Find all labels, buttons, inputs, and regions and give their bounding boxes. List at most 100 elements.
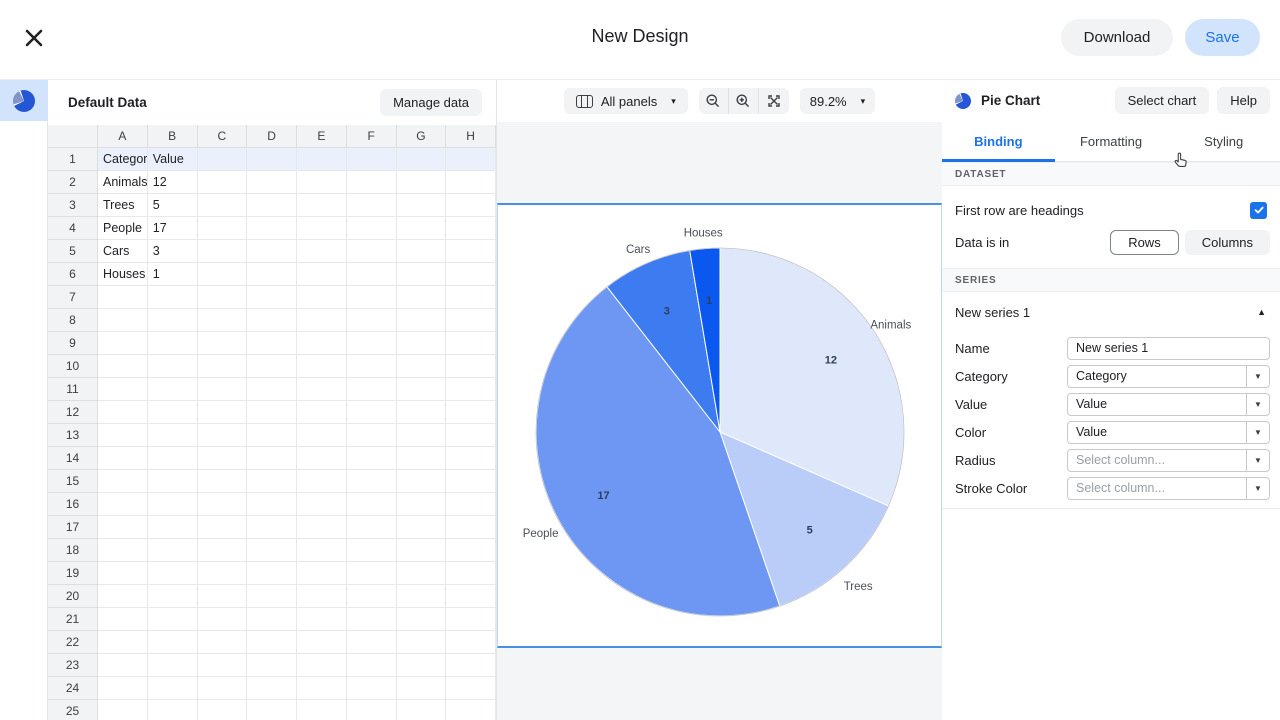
all-panels-dropdown[interactable]: All panels ▾	[564, 88, 688, 114]
spreadsheet-cell[interactable]	[148, 286, 198, 309]
spreadsheet-cell[interactable]	[397, 378, 447, 401]
spreadsheet-cell[interactable]	[247, 677, 297, 700]
row-number[interactable]: 13	[48, 424, 98, 447]
spreadsheet-cell[interactable]	[148, 562, 198, 585]
spreadsheet-cell[interactable]	[347, 332, 397, 355]
columns-button[interactable]: Columns	[1185, 230, 1270, 255]
spreadsheet-cell[interactable]	[247, 493, 297, 516]
spreadsheet-cell[interactable]	[247, 355, 297, 378]
spreadsheet-cell[interactable]	[446, 424, 496, 447]
spreadsheet-cell[interactable]	[297, 608, 347, 631]
spreadsheet-cell[interactable]	[297, 700, 347, 720]
spreadsheet-cell[interactable]	[397, 401, 447, 424]
spreadsheet-cell[interactable]	[148, 539, 198, 562]
spreadsheet-cell[interactable]	[347, 654, 397, 677]
spreadsheet-cell[interactable]	[446, 654, 496, 677]
spreadsheet-cell[interactable]	[148, 654, 198, 677]
spreadsheet-cell[interactable]	[347, 585, 397, 608]
row-number[interactable]: 21	[48, 608, 98, 631]
column-header[interactable]: F	[347, 125, 397, 148]
spreadsheet-cell[interactable]	[446, 493, 496, 516]
spreadsheet-cell[interactable]: 12	[148, 171, 198, 194]
spreadsheet-cell[interactable]	[397, 217, 447, 240]
spreadsheet-cell[interactable]	[347, 677, 397, 700]
zoom-level-dropdown[interactable]: 89.2% ▾	[800, 88, 875, 114]
spreadsheet-cell[interactable]	[297, 654, 347, 677]
spreadsheet-cell[interactable]	[347, 309, 397, 332]
spreadsheet-cell[interactable]	[247, 608, 297, 631]
spreadsheet-cell[interactable]	[297, 493, 347, 516]
column-header[interactable]: E	[297, 125, 347, 148]
spreadsheet-cell[interactable]	[247, 516, 297, 539]
column-header[interactable]: D	[247, 125, 297, 148]
spreadsheet-cell[interactable]	[446, 677, 496, 700]
spreadsheet[interactable]: ABCDEFGH1CategoryValue2Animals123Trees54…	[48, 125, 496, 720]
spreadsheet-cell[interactable]: Value	[148, 148, 198, 171]
spreadsheet-cell[interactable]	[446, 562, 496, 585]
spreadsheet-cell[interactable]	[297, 286, 347, 309]
collapse-arrow-icon[interactable]: ▲	[1257, 307, 1266, 317]
spreadsheet-cell[interactable]	[247, 562, 297, 585]
spreadsheet-cell[interactable]	[397, 631, 447, 654]
spreadsheet-cell[interactable]	[98, 608, 148, 631]
zoom-in-icon[interactable]	[729, 88, 759, 114]
spreadsheet-cell[interactable]	[247, 332, 297, 355]
row-number[interactable]: 4	[48, 217, 98, 240]
save-button[interactable]: Save	[1185, 19, 1260, 56]
row-number[interactable]: 2	[48, 171, 98, 194]
column-header[interactable]: G	[397, 125, 447, 148]
spreadsheet-cell[interactable]	[247, 286, 297, 309]
spreadsheet-cell[interactable]	[397, 447, 447, 470]
spreadsheet-cell[interactable]	[198, 332, 248, 355]
spreadsheet-cell[interactable]: Trees	[98, 194, 148, 217]
spreadsheet-cell[interactable]	[98, 424, 148, 447]
spreadsheet-cell[interactable]	[347, 562, 397, 585]
spreadsheet-cell[interactable]	[397, 240, 447, 263]
spreadsheet-cell[interactable]	[297, 378, 347, 401]
spreadsheet-cell[interactable]	[198, 240, 248, 263]
spreadsheet-cell[interactable]	[397, 608, 447, 631]
spreadsheet-cell[interactable]	[297, 516, 347, 539]
spreadsheet-cell[interactable]	[347, 286, 397, 309]
spreadsheet-cell[interactable]	[446, 378, 496, 401]
spreadsheet-cell[interactable]	[198, 608, 248, 631]
spreadsheet-cell[interactable]	[347, 217, 397, 240]
spreadsheet-cell[interactable]	[247, 217, 297, 240]
spreadsheet-cell[interactable]	[397, 148, 447, 171]
spreadsheet-cell[interactable]	[148, 332, 198, 355]
spreadsheet-cell[interactable]: Category	[98, 148, 148, 171]
spreadsheet-cell[interactable]	[148, 585, 198, 608]
spreadsheet-cell[interactable]	[98, 470, 148, 493]
spreadsheet-cell[interactable]	[347, 378, 397, 401]
spreadsheet-cell[interactable]	[247, 585, 297, 608]
spreadsheet-cell[interactable]	[446, 194, 496, 217]
spreadsheet-cell[interactable]	[247, 470, 297, 493]
spreadsheet-cell[interactable]	[347, 401, 397, 424]
spreadsheet-cell[interactable]	[297, 401, 347, 424]
spreadsheet-cell[interactable]	[247, 401, 297, 424]
spreadsheet-cell[interactable]	[347, 240, 397, 263]
spreadsheet-cell[interactable]	[198, 263, 248, 286]
spreadsheet-cell[interactable]	[198, 217, 248, 240]
spreadsheet-cell[interactable]	[347, 171, 397, 194]
spreadsheet-cell[interactable]	[198, 700, 248, 720]
spreadsheet-cell[interactable]	[247, 240, 297, 263]
spreadsheet-cell[interactable]	[98, 654, 148, 677]
spreadsheet-cell[interactable]	[446, 585, 496, 608]
spreadsheet-cell[interactable]	[297, 562, 347, 585]
row-number[interactable]: 24	[48, 677, 98, 700]
row-number[interactable]: 18	[48, 539, 98, 562]
spreadsheet-cell[interactable]	[98, 378, 148, 401]
spreadsheet-cell[interactable]	[98, 677, 148, 700]
color-dropdown[interactable]: Value▼	[1067, 421, 1270, 444]
spreadsheet-cell[interactable]	[198, 516, 248, 539]
spreadsheet-cell[interactable]	[397, 171, 447, 194]
spreadsheet-cell[interactable]: 5	[148, 194, 198, 217]
spreadsheet-cell[interactable]	[148, 700, 198, 720]
spreadsheet-cell[interactable]	[198, 493, 248, 516]
column-header[interactable]: A	[98, 125, 148, 148]
row-number[interactable]: 11	[48, 378, 98, 401]
spreadsheet-cell[interactable]	[347, 608, 397, 631]
spreadsheet-cell[interactable]	[297, 263, 347, 286]
spreadsheet-cell[interactable]	[297, 171, 347, 194]
